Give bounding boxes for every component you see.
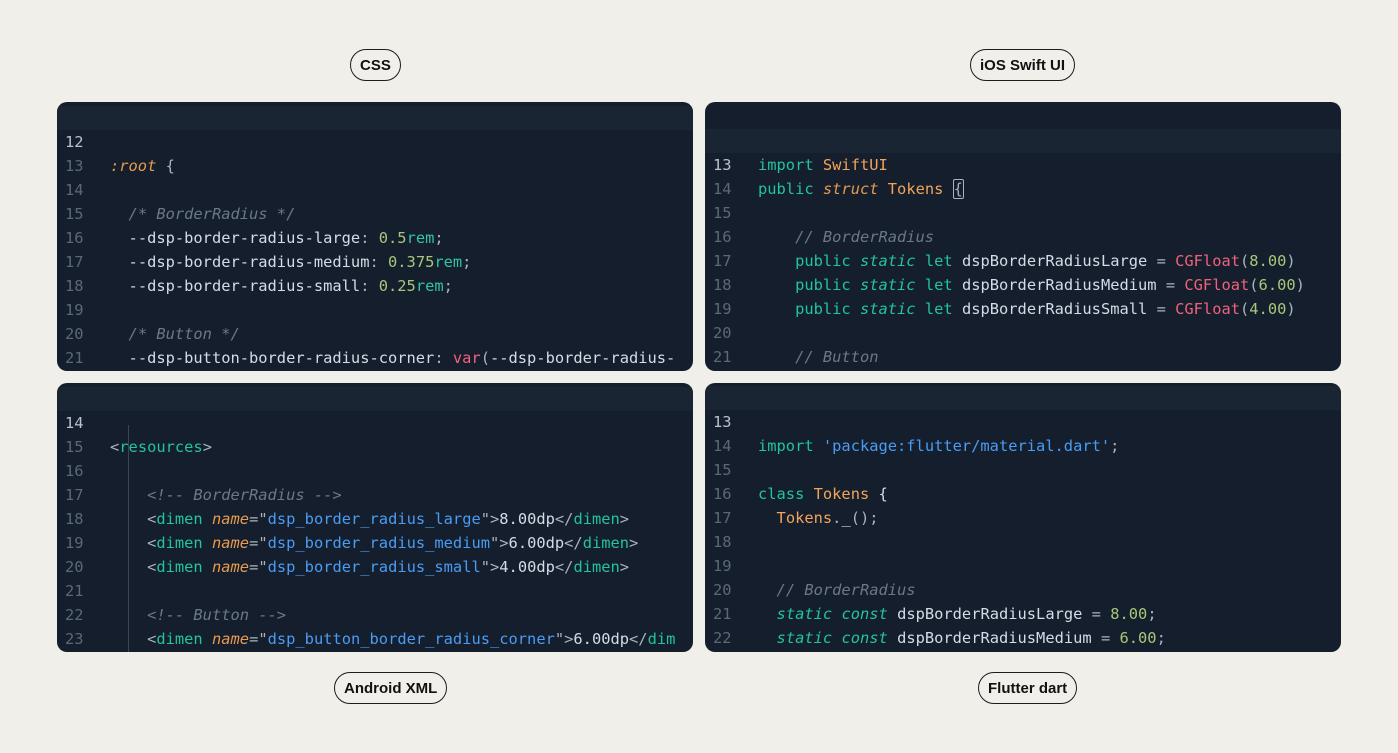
code-line[interactable]: 14 <box>705 410 1341 455</box>
code-line[interactable]: 15 --dsp-border-radius-large: 0.5rem; <box>57 178 693 247</box>
code-line[interactable]: 14 <resources> <box>57 387 693 456</box>
code-line[interactable]: 16 <!-- BorderRadius --> <box>57 435 693 504</box>
code-line[interactable]: 16 public static let dspBorderRadiusLarg… <box>705 201 1341 270</box>
code-line[interactable]: 20 <box>57 531 693 576</box>
label-android-text: Android XML <box>344 679 438 697</box>
code-line[interactable]: 22 <dimen name="dsp_button_border_radius… <box>57 579 693 648</box>
code-line[interactable]: 24 <color name="dsp_button_color_text">#… <box>57 627 693 651</box>
label-android-xml: Android XML <box>334 672 448 704</box>
code-line[interactable]: 20 // Button <box>705 297 1341 366</box>
code-line[interactable]: 12 import SwiftUI <box>705 105 1341 174</box>
line-number: 23 <box>713 650 743 652</box>
code-line[interactable]: 17 --dsp-border-radius-small: 0.25rem; <box>57 226 693 295</box>
android-code-panel[interactable]: 14 <resources> 15 16 <!-- BorderRadius -… <box>57 383 693 652</box>
css-code-panel[interactable]: 12 :root { 13 14 /* BorderRadius */ 15 -… <box>57 102 693 371</box>
code-line[interactable]: 16 Tokens._(); <box>705 458 1341 527</box>
label-css-text: CSS <box>360 56 391 74</box>
code-line[interactable]: 21 --dsp-button-color-background-primary… <box>57 322 693 367</box>
code-line[interactable]: 19 // BorderRadius <box>705 530 1341 599</box>
code-line[interactable]: 18 <dimen name="dsp_border_radius_medium… <box>57 483 693 552</box>
code-text: <color name="dsp_button_color_background… <box>110 651 693 652</box>
label-flutter-dart: Flutter dart <box>978 672 1078 704</box>
code-text: static const dspBorderRadiusSmall = 4.00… <box>758 650 1341 652</box>
code-line[interactable]: 15 // BorderRadius <box>705 177 1341 246</box>
code-line[interactable]: 21 static const dspBorderRadiusMedium = … <box>705 578 1341 647</box>
swift-code-panel[interactable]: 12 import SwiftUI 13 public struct Token… <box>705 102 1341 371</box>
code-line[interactable]: 12 :root { <box>57 106 693 175</box>
code-line[interactable]: 15 class Tokens { <box>705 434 1341 503</box>
code-line[interactable]: 17 <dimen name="dsp_border_radius_large"… <box>57 459 693 528</box>
label-css: CSS <box>350 49 401 81</box>
code-line[interactable]: 18 <box>705 506 1341 551</box>
code-line[interactable]: 23 <box>705 626 1341 650</box>
flutter-code-panel[interactable]: 13 import 'package:flutter/material.dart… <box>705 383 1341 652</box>
code-line[interactable]: 14 <box>705 153 1341 198</box>
code-line[interactable]: 19 /* Button */ <box>57 274 693 343</box>
code-line[interactable]: 23 <color name="dsp_button_color_backgro… <box>57 603 693 648</box>
line-number: 24 <box>65 651 95 652</box>
code-text: public static let dspButtonBorderRadiusC… <box>758 369 1341 371</box>
code-line[interactable]: 17 public static let dspBorderRadiusMedi… <box>705 225 1341 294</box>
code-line[interactable]: 20 static const dspBorderRadiusLarge = 8… <box>705 554 1341 623</box>
code-line[interactable]: 19 <box>705 273 1341 318</box>
code-line[interactable]: 18 <box>57 250 693 295</box>
line-number: 22 <box>65 370 95 371</box>
code-line[interactable]: 20 --dsp-button-border-radius-corner: va… <box>57 298 693 367</box>
code-line[interactable]: 13 import 'package:flutter/material.dart… <box>705 386 1341 455</box>
code-line[interactable]: 21 public static let dspButtonBorderRadi… <box>705 321 1341 366</box>
code-line[interactable]: 13 public struct Tokens { <box>705 129 1341 199</box>
code-line[interactable]: 19 <dimen name="dsp_border_radius_small"… <box>57 507 693 576</box>
label-flutter-text: Flutter dart <box>988 679 1068 697</box>
code-line[interactable]: 13 <box>57 130 693 175</box>
code-text: --dsp-button-color-background-primary: v… <box>110 370 693 371</box>
line-number: 22 <box>713 369 743 371</box>
label-swift-text: iOS Swift UI <box>980 56 1066 74</box>
code-line[interactable]: 22 --dsp-button-color-text: rgb(255, 255… <box>57 346 693 370</box>
code-line[interactable]: 22 static const dspBorderRadiusSmall = 4… <box>705 602 1341 647</box>
code-line[interactable]: 14 /* BorderRadius */ <box>57 154 693 223</box>
code-line[interactable]: 21 <!-- Button --> <box>57 555 693 624</box>
code-line[interactable]: 22 public static let dspButtonColorBackg… <box>705 345 1341 369</box>
label-ios-swift-ui: iOS Swift UI <box>970 49 1076 81</box>
code-line[interactable]: 17 <box>705 482 1341 527</box>
code-line[interactable]: 18 public static let dspBorderRadiusSmal… <box>705 249 1341 318</box>
code-line[interactable]: 15 <box>57 411 693 456</box>
code-line[interactable]: 16 --dsp-border-radius-medium: 0.375rem; <box>57 202 693 271</box>
